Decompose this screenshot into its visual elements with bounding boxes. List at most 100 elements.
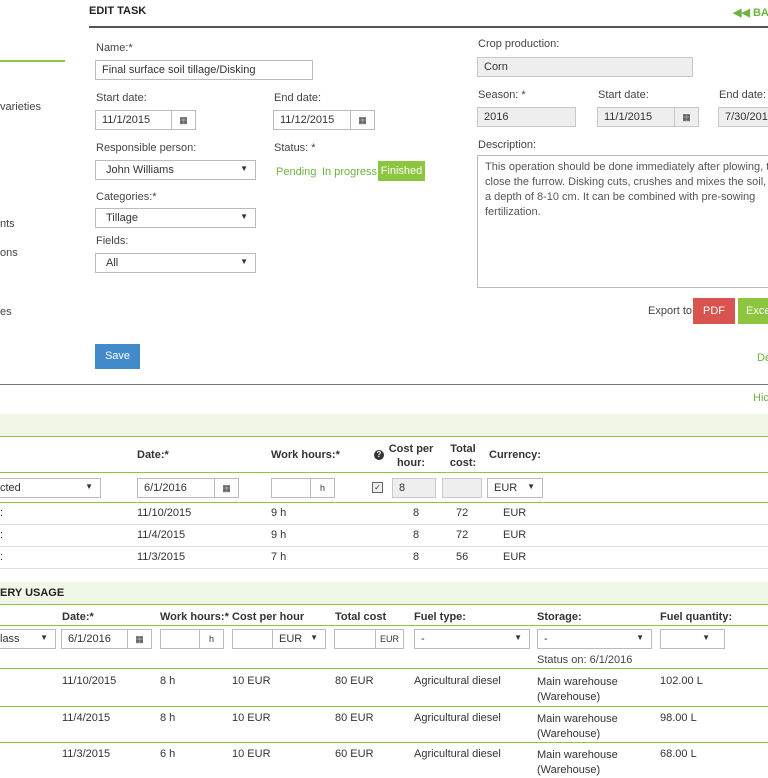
chevron-down-icon: ▼	[85, 482, 93, 491]
status-finished[interactable]: Finished	[378, 161, 425, 181]
export-pdf-button[interactable]: PDF	[693, 298, 735, 324]
labour-hours-header: Work hours:*	[271, 449, 340, 461]
sidebar-item-varieties[interactable]: varieties	[0, 101, 41, 113]
name-input[interactable]: Final surface soil tillage/Disking	[95, 60, 313, 80]
page-title: EDIT TASK	[89, 5, 147, 17]
back-link[interactable]: ◀◀ BACK	[733, 6, 768, 19]
export-excel-button[interactable]: Excel	[738, 298, 768, 324]
hide-link[interactable]: Hic	[753, 392, 768, 404]
end-date-label: End date:	[274, 92, 322, 104]
calendar-icon[interactable]: ▦	[214, 479, 238, 497]
form-bottom-rule	[0, 384, 768, 385]
labour-cost-header: Cost per hour:	[388, 443, 434, 469]
machinery-cph-input[interactable]: EUR ▼	[232, 629, 326, 649]
table-row: 11/10/2015 8 h 10 EUR 80 EUR Agricultura…	[62, 675, 703, 703]
categories-label: Categories:*	[96, 191, 157, 203]
labour-total-header: Total cost:	[449, 443, 477, 469]
table-row: : 11/3/2015 7 h 8 56 EUR	[0, 551, 527, 563]
sidebar-active-underline	[0, 60, 65, 62]
responsible-label: Responsible person:	[96, 142, 197, 154]
labour-checkbox[interactable]: ✓	[372, 482, 383, 493]
labour-date-header: Date:*	[137, 449, 169, 461]
start-date-label: Start date:	[96, 92, 147, 104]
machinery-total-header: Total cost	[335, 611, 387, 623]
worker-select[interactable]: cted ▼	[0, 478, 101, 498]
name-label: Name:*	[96, 42, 133, 54]
labour-cost-input[interactable]: 8	[392, 478, 436, 498]
machinery-title: ERY USAGE	[0, 587, 65, 599]
season-end-input[interactable]: 7/30/2016	[718, 107, 768, 127]
chevron-down-icon: ▼	[240, 164, 248, 173]
start-date-value: 11/1/2015	[102, 114, 151, 126]
chevron-down-icon: ▼	[702, 633, 710, 642]
description-label: Description:	[478, 139, 537, 151]
chevron-down-icon: ▼	[240, 212, 248, 221]
crop-production-label: Crop production:	[478, 38, 560, 50]
machinery-hours-input[interactable]: h	[160, 629, 224, 649]
season-start-input[interactable]: 11/1/2015 ▦	[597, 107, 699, 127]
calendar-icon[interactable]: ▦	[350, 111, 374, 129]
fields-select[interactable]: All ▼	[95, 253, 256, 273]
chevron-down-icon: ▼	[240, 257, 248, 266]
machinery-storage-header: Storage:	[537, 611, 582, 623]
machinery-hours-header: Work hours:*	[160, 611, 229, 623]
labour-hours-input[interactable]: h	[271, 478, 335, 498]
fuel-type-select[interactable]: - ▼	[414, 629, 530, 649]
export-label: Export to:	[648, 305, 696, 317]
chevron-down-icon: ▼	[636, 633, 644, 642]
save-button[interactable]: Save	[95, 344, 140, 369]
calendar-icon[interactable]: ▦	[171, 111, 195, 129]
machine-class-select[interactable]: lass ▼	[0, 629, 56, 649]
storage-select[interactable]: - ▼	[537, 629, 652, 649]
table-row: : 11/10/2015 9 h 8 72 EUR	[0, 507, 527, 519]
labour-date-input[interactable]: 6/1/2016 ▦	[137, 478, 239, 498]
season-end-label: End date:	[719, 89, 767, 101]
fields-label: Fields:	[96, 235, 129, 247]
chevron-down-icon: ▼	[310, 633, 318, 642]
season-input[interactable]: 2016	[477, 107, 576, 127]
table-row: 11/4/2015 8 h 10 EUR 80 EUR Agricultural…	[62, 712, 697, 740]
hours-unit: h	[310, 479, 334, 497]
status-in-progress[interactable]: In progress	[322, 166, 377, 178]
table-row: 11/3/2015 6 h 10 EUR 60 EUR Agricultural…	[62, 748, 697, 776]
labour-section-bar	[0, 414, 768, 436]
sidebar-item-ons[interactable]: ons	[0, 247, 18, 259]
machinery-section-bar	[0, 582, 768, 604]
machinery-cph-header: Cost per hour	[232, 611, 305, 623]
status-pending[interactable]: Pending	[276, 166, 316, 178]
calendar-icon[interactable]: ▦	[674, 108, 698, 126]
machinery-total-input[interactable]: EUR	[334, 629, 404, 649]
labour-currency-select[interactable]: EUR ▼	[487, 478, 543, 498]
season-label: Season: *	[478, 89, 526, 101]
sidebar-item-es[interactable]: es	[0, 306, 12, 318]
machinery-date-input[interactable]: 6/1/2016 ▦	[61, 629, 152, 649]
chevron-down-icon: ▼	[514, 633, 522, 642]
status-label: Status: *	[274, 142, 316, 154]
categories-select[interactable]: Tillage ▼	[95, 208, 256, 228]
end-date-value: 11/12/2015	[280, 114, 335, 126]
calendar-icon[interactable]: ▦	[127, 630, 151, 648]
season-start-label: Start date:	[598, 89, 649, 101]
header-rule	[89, 26, 768, 28]
hours-unit: h	[199, 630, 223, 648]
delete-link[interactable]: De	[757, 352, 768, 364]
start-date-input[interactable]: 11/1/2015 ▦	[95, 110, 196, 130]
machinery-currency-select[interactable]: EUR ▼	[272, 630, 325, 648]
responsible-select[interactable]: John Williams ▼	[95, 160, 256, 180]
chevron-down-icon: ▼	[40, 633, 48, 642]
table-row: : 11/4/2015 9 h 8 72 EUR	[0, 529, 527, 541]
labour-total-input[interactable]	[442, 478, 482, 498]
end-date-input[interactable]: 11/12/2015 ▦	[273, 110, 375, 130]
sidebar-item-nts[interactable]: nts	[0, 218, 15, 230]
machinery-date-header: Date:*	[62, 611, 94, 623]
crop-production-input[interactable]: Corn	[477, 57, 693, 77]
storage-status: Status on: 6/1/2016	[537, 654, 633, 666]
machinery-qty-header: Fuel quantity:	[660, 611, 733, 623]
description-textarea[interactable]: This operation should be done immediatel…	[477, 155, 768, 288]
description-text: This operation should be done immediatel…	[485, 161, 768, 218]
chevron-down-icon: ▼	[527, 482, 535, 491]
labour-currency-header: Currency:	[489, 449, 541, 461]
total-unit: EUR	[375, 630, 403, 648]
machinery-fuel-header: Fuel type:	[414, 611, 466, 623]
fuel-quantity-select[interactable]: ▼	[660, 629, 725, 649]
